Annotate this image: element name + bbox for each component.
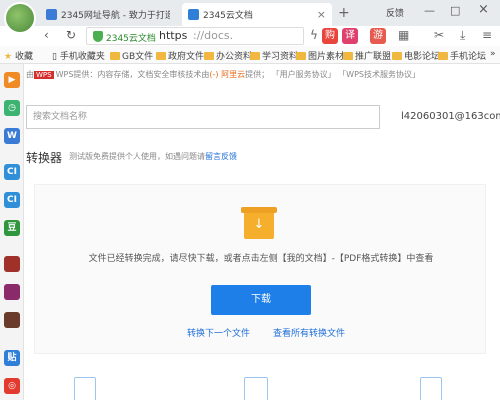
tab-label: 2345网址导航 - 致力于打造百 xyxy=(61,11,170,21)
user-avatar[interactable] xyxy=(4,2,36,34)
tab-2345-docs[interactable]: 2345云文档 × xyxy=(182,3,332,26)
folder-icon xyxy=(156,52,166,60)
service-notice: 由 WPS WPS提供：内容存储，文档安全审核技术由(-) 阿里云提供； 「用户服务… xyxy=(26,70,420,79)
folder-icon xyxy=(110,52,120,60)
clock-icon[interactable]: ◷ xyxy=(4,100,20,116)
user-agreement-link[interactable]: 「用户服务协议」 xyxy=(272,70,336,79)
feedback-link[interactable]: 留言反馈 xyxy=(205,152,237,161)
folder-icon xyxy=(343,52,353,60)
folder-icon xyxy=(296,52,306,60)
view-all-link[interactable]: 查看所有转换文件 xyxy=(273,326,345,339)
download-button[interactable]: 下载 xyxy=(211,285,311,315)
tab-2345-nav[interactable]: 2345网址导航 - 致力于打造百 xyxy=(40,3,176,26)
folder-outline-icon xyxy=(244,377,268,400)
lightning-icon[interactable]: ϟ xyxy=(310,28,318,42)
bookmark-folder-gb[interactable]: GB文件 xyxy=(110,49,153,62)
star-icon: ★ xyxy=(4,52,13,62)
wps-logo: WPS xyxy=(34,71,54,79)
netease-icon[interactable]: ◎ xyxy=(4,378,20,394)
scissors-icon[interactable]: ✂ xyxy=(434,28,444,42)
close-window-button[interactable]: × xyxy=(478,2,489,17)
download-arrow-icon[interactable]: ⤓ xyxy=(460,28,465,43)
phone-icon: ▯ xyxy=(52,52,57,62)
address-bar: ‹ ↻ 2345云文档 https ://docs. ϟ 购 译 游 ▦ ✂ ⤓… xyxy=(0,26,500,46)
feedback-button[interactable]: 反馈 xyxy=(386,6,404,19)
nav-site-icon xyxy=(46,9,57,20)
back-arrow-icon[interactable]: ‹ xyxy=(44,28,49,42)
read-app-icon[interactable]: CI xyxy=(4,164,20,180)
bookmark-favorites[interactable]: ★ 收藏 xyxy=(4,49,33,62)
search-input[interactable]: 搜索文档名称 xyxy=(26,105,380,129)
url-protocol: https xyxy=(159,29,188,42)
minimize-button[interactable]: — xyxy=(424,4,435,17)
archive-box-icon: ↓ xyxy=(241,207,277,239)
game-app-icon-2[interactable] xyxy=(4,284,20,300)
folder-icon xyxy=(204,52,214,60)
result-card: ↓ 文件已经转换完成，请尽快下载，或者点击左侧【我的文档】-【PDF格式转换】中… xyxy=(34,184,486,354)
docs-site-icon xyxy=(188,9,199,20)
convert-next-link[interactable]: 转换下一个文件 xyxy=(187,326,250,339)
folder-icon xyxy=(392,52,402,60)
menu-icon[interactable]: ≡ xyxy=(482,28,492,42)
bookmark-folder-phones[interactable]: 手机论坛 xyxy=(438,49,486,62)
bookmark-folder-movies[interactable]: 电影论坛 xyxy=(392,49,440,62)
game-app-icon[interactable] xyxy=(4,256,20,272)
docs-page: 由 WPS WPS提供：内容存储，文档安全审核技术由(-) 阿里云提供； 「用户服务… xyxy=(24,64,500,400)
site-label: 2345云文档 xyxy=(106,34,156,44)
bookmarks-bar: ★ 收藏 ▯ 手机收藏夹 GB文件 政府文件 办公资料 学习资料 图片素材 推广… xyxy=(0,46,500,64)
wps-agreement-link[interactable]: 「WPS技术服务协议」 xyxy=(338,70,420,79)
file-add-icon xyxy=(420,377,442,400)
bookmark-folder-promo[interactable]: 推广联盟 xyxy=(343,49,391,62)
conversion-done-message: 文件已经转换完成，请尽快下载，或者点击左侧【我的文档】-【PDF格式转换】中查看 xyxy=(88,254,434,264)
maximize-button[interactable]: □ xyxy=(450,4,460,17)
bookmark-folder-gov[interactable]: 政府文件 xyxy=(156,49,204,62)
page-title: 转换器 xyxy=(26,151,63,165)
app-orange-icon[interactable]: ▶ xyxy=(4,72,20,88)
douban-icon[interactable]: 豆 xyxy=(4,220,20,236)
user-email[interactable]: l42060301@163com xyxy=(401,111,500,122)
bookmark-mobile[interactable]: ▯ 手机收藏夹 xyxy=(52,49,105,62)
game-app-icon-3[interactable] xyxy=(4,312,20,328)
refresh-icon[interactable]: ↻ xyxy=(66,28,76,42)
down-arrow-icon: ↓ xyxy=(253,217,265,232)
shield-icon xyxy=(93,31,103,42)
aliyun-logo: (-) 阿里云 xyxy=(209,70,246,79)
tab-bar: 2345网址导航 - 致力于打造百 2345云文档 × + 反馈 — □ × xyxy=(0,0,500,26)
more-bookmarks-icon[interactable]: » xyxy=(490,49,496,59)
close-tab-icon[interactable]: × xyxy=(317,8,326,21)
url-text: ://docs. xyxy=(193,29,234,42)
pdf-file-icon xyxy=(74,377,96,400)
new-tab-button[interactable]: + xyxy=(338,5,350,21)
bookmark-folder-study[interactable]: 学习资料 xyxy=(250,49,298,62)
bookmark-folder-images[interactable]: 图片素材 xyxy=(296,49,344,62)
translate-icon[interactable]: 译 xyxy=(342,28,358,44)
read-app-icon-2[interactable]: CI xyxy=(4,192,20,208)
sticky-icon[interactable]: 贴 xyxy=(4,350,20,366)
url-field[interactable]: 2345云文档 https ://docs. xyxy=(86,27,304,45)
grid-icon[interactable]: ▦ xyxy=(398,28,409,42)
folder-icon xyxy=(250,52,260,60)
converter-note: 测试版免费提供个人使用，如遇问题请留言反馈 xyxy=(69,152,237,161)
doc-app-icon[interactable]: W xyxy=(4,128,20,144)
bookmark-folder-office[interactable]: 办公资料 xyxy=(204,49,252,62)
browser-sidebar: ▶ ◷ W CI CI 豆 贴 ◎ xyxy=(0,64,24,400)
tab-label: 2345云文档 xyxy=(203,11,253,21)
shopping-icon[interactable]: 购 xyxy=(322,28,338,44)
game-icon[interactable]: 游 xyxy=(370,28,386,44)
folder-icon xyxy=(438,52,448,60)
